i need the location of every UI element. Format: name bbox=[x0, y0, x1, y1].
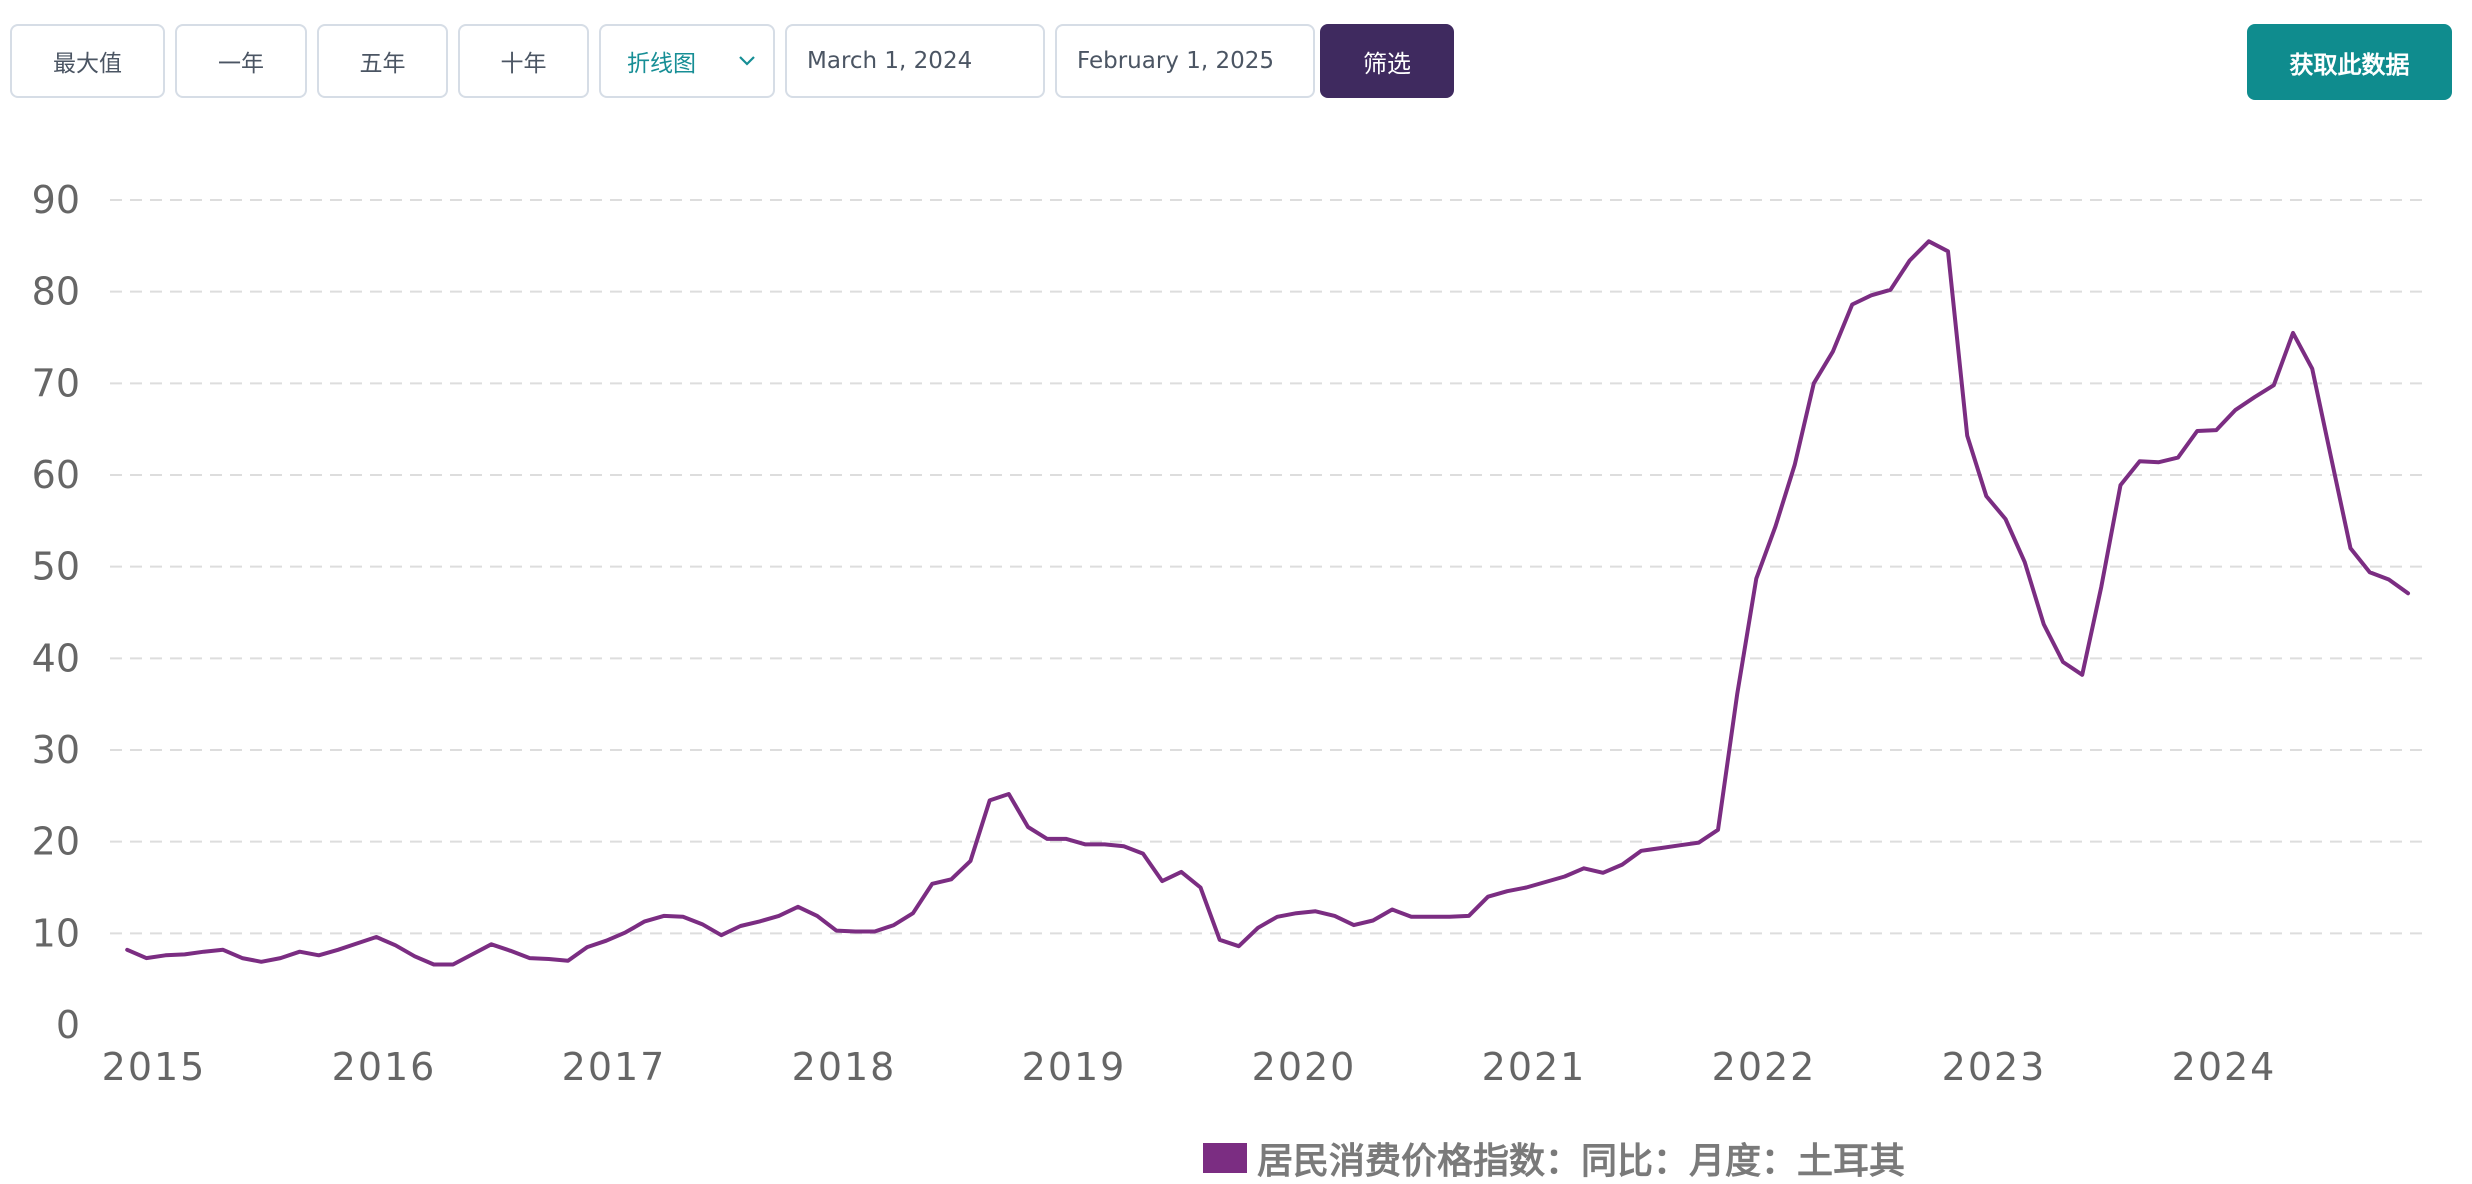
start-date-input[interactable] bbox=[785, 24, 1045, 98]
range-1y-button[interactable]: 一年 bbox=[175, 24, 307, 98]
range-10y-button[interactable]: 十年 bbox=[458, 24, 589, 98]
y-tick-label: 20 bbox=[32, 820, 80, 864]
filter-button[interactable]: 筛选 bbox=[1320, 24, 1454, 98]
x-tick-label: 2022 bbox=[1712, 1045, 1817, 1089]
y-tick-label: 10 bbox=[32, 911, 80, 955]
x-tick-label: 2021 bbox=[1482, 1045, 1587, 1089]
x-tick-label: 2019 bbox=[1022, 1045, 1127, 1089]
legend-swatch bbox=[1203, 1143, 1247, 1173]
x-tick-label: 2023 bbox=[1942, 1045, 2047, 1089]
x-tick-label: 2017 bbox=[562, 1045, 667, 1089]
y-axis-ticks: 0 10 20 30 40 50 60 70 80 90 bbox=[32, 178, 80, 1047]
x-tick-label: 2024 bbox=[2172, 1045, 2277, 1089]
x-axis-ticks: 2015 2016 2017 2018 2019 2020 2021 2022 2023 2024 bbox=[102, 1045, 2277, 1089]
chevron-down-icon bbox=[739, 56, 755, 66]
range-5y-button[interactable]: 五年 bbox=[317, 24, 448, 98]
chart-legend[interactable]: 居民消费价格指数：同比：月度：土耳其 bbox=[1203, 1132, 1905, 1184]
end-date-input[interactable] bbox=[1055, 24, 1315, 98]
y-tick-label: 40 bbox=[32, 636, 80, 680]
series-line bbox=[125, 239, 2410, 967]
x-tick-label: 2015 bbox=[102, 1045, 207, 1089]
y-tick-label: 90 bbox=[32, 178, 80, 222]
y-tick-label: 30 bbox=[32, 728, 80, 772]
chart-type-select[interactable]: 折线图 bbox=[599, 24, 775, 98]
legend-label: 居民消费价格指数：同比：月度：土耳其 bbox=[1257, 1141, 1906, 1182]
y-tick-label: 70 bbox=[32, 361, 80, 405]
range-max-button[interactable]: 最大值 bbox=[10, 24, 165, 98]
grid-lines bbox=[110, 199, 2430, 935]
chart-type-value: 折线图 bbox=[627, 51, 696, 77]
y-tick-label: 0 bbox=[56, 1003, 80, 1047]
x-tick-label: 2020 bbox=[1252, 1045, 1357, 1089]
y-tick-label: 80 bbox=[32, 270, 80, 314]
x-tick-label: 2018 bbox=[792, 1045, 897, 1089]
line-chart: 0 10 20 30 40 50 60 70 80 90 2015 2016 2017 2018 2019… bbox=[32, 178, 2430, 1089]
x-tick-label: 2016 bbox=[332, 1045, 437, 1089]
y-tick-label: 60 bbox=[32, 453, 80, 497]
get-data-button[interactable]: 获取此数据 bbox=[2247, 24, 2452, 100]
y-tick-label: 50 bbox=[32, 545, 80, 589]
